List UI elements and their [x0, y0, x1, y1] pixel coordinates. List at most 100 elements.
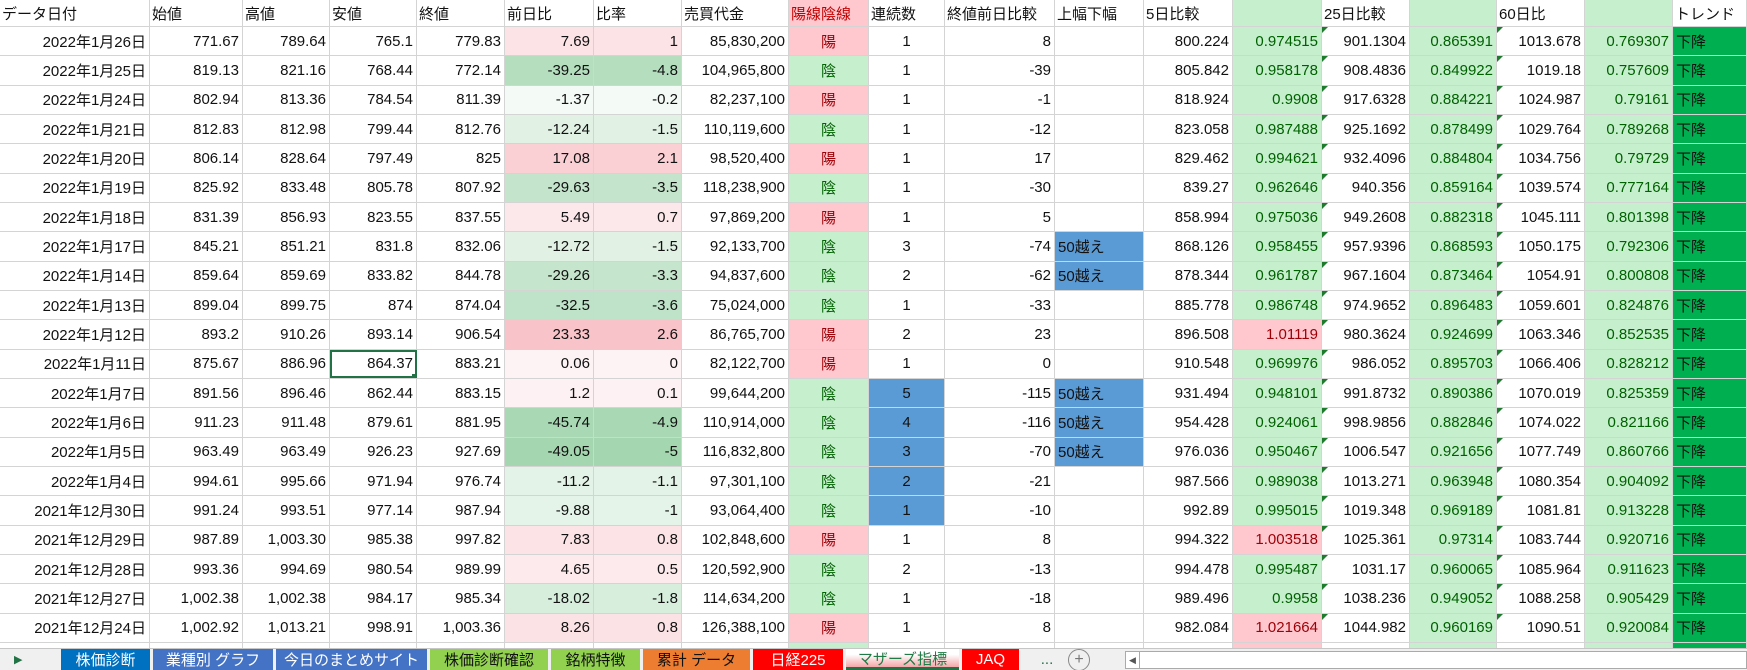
cell[interactable]: 0.97314 — [1410, 525, 1497, 554]
cell[interactable] — [1055, 554, 1144, 584]
cell[interactable]: 1,002.38 — [150, 584, 243, 613]
cell[interactable]: 994.61 — [150, 466, 243, 496]
cell[interactable]: 2022年1月25日 — [0, 56, 150, 85]
cell[interactable]: 0.969976 — [1233, 349, 1322, 378]
cell[interactable]: -39.25 — [505, 56, 594, 85]
cell[interactable]: -4.8 — [594, 56, 682, 85]
cell[interactable] — [1055, 202, 1144, 232]
cell[interactable] — [1055, 56, 1144, 85]
cell[interactable]: 765.1 — [330, 27, 417, 56]
cell[interactable]: 94,837,600 — [682, 261, 789, 290]
tab-scroll-right-icon[interactable]: ▶ — [0, 649, 61, 670]
cell[interactable]: 0.882318 — [1410, 202, 1497, 232]
cell[interactable]: 0.821166 — [1585, 408, 1673, 437]
column-header[interactable]: 25日比較 — [1322, 0, 1410, 26]
cell[interactable]: 980.3624 — [1322, 320, 1410, 349]
cell[interactable]: 989.99 — [417, 554, 505, 584]
cell[interactable]: 1081.81 — [1497, 496, 1585, 525]
cell[interactable]: 819.13 — [150, 56, 243, 85]
column-header[interactable] — [1233, 0, 1322, 26]
cell[interactable]: 118,238,900 — [682, 173, 789, 202]
cell[interactable]: 963.49 — [243, 437, 330, 466]
cell[interactable]: 陽 — [789, 202, 869, 232]
cell[interactable]: 2022年1月20日 — [0, 144, 150, 173]
cell[interactable]: 下降 — [1673, 437, 1747, 466]
cell[interactable]: 926.23 — [330, 437, 417, 466]
cell[interactable]: 1 — [869, 496, 945, 525]
cell[interactable]: 910.548 — [1144, 349, 1233, 378]
cell[interactable]: -1.5 — [594, 114, 682, 144]
cell[interactable]: 1031.17 — [1322, 554, 1410, 584]
cell[interactable]: 1 — [869, 27, 945, 56]
cell[interactable]: 下降 — [1673, 173, 1747, 202]
column-header[interactable]: 始値 — [150, 0, 243, 26]
cell[interactable]: 陰 — [789, 466, 869, 496]
cell[interactable]: 0.987488 — [1233, 114, 1322, 144]
cell[interactable]: 97,301,100 — [682, 466, 789, 496]
cell[interactable]: 986.052 — [1322, 349, 1410, 378]
cell[interactable] — [1055, 525, 1144, 554]
cell[interactable]: 0.924061 — [1233, 408, 1322, 437]
sheet-tab[interactable]: 銘柄特徴 — [551, 649, 640, 670]
cell[interactable]: 下降 — [1673, 554, 1747, 584]
cell[interactable]: 971.94 — [330, 466, 417, 496]
cell[interactable]: 859.64 — [150, 261, 243, 290]
cell[interactable]: 832.06 — [417, 232, 505, 261]
cell[interactable]: 0.963948 — [1410, 466, 1497, 496]
cell[interactable]: 0.948101 — [1233, 378, 1322, 408]
cell[interactable]: 下降 — [1673, 525, 1747, 554]
cell[interactable] — [1055, 85, 1144, 114]
cell[interactable]: 985.34 — [417, 584, 505, 613]
cell[interactable]: -18.02 — [505, 584, 594, 613]
cell[interactable]: 851.21 — [243, 232, 330, 261]
cell[interactable]: 5 — [945, 202, 1055, 232]
cell[interactable]: 957.9396 — [1322, 232, 1410, 261]
cell[interactable]: -3.6 — [594, 290, 682, 320]
cell[interactable]: 99,644,200 — [682, 378, 789, 408]
cell[interactable]: 1050.175 — [1497, 232, 1585, 261]
column-header[interactable] — [1410, 0, 1497, 26]
cell[interactable]: 874 — [330, 290, 417, 320]
cell[interactable]: 1039.574 — [1497, 173, 1585, 202]
cell[interactable]: 0.905429 — [1585, 584, 1673, 613]
cell[interactable]: 984.17 — [330, 584, 417, 613]
cell[interactable]: 0.986748 — [1233, 290, 1322, 320]
cell[interactable]: 1044.982 — [1322, 613, 1410, 642]
cell[interactable]: 845.21 — [150, 232, 243, 261]
cell[interactable]: 1066.406 — [1497, 349, 1585, 378]
cell[interactable]: -33 — [945, 290, 1055, 320]
cell[interactable]: 2022年1月5日 — [0, 437, 150, 466]
cell[interactable]: 2 — [869, 466, 945, 496]
cell[interactable] — [1055, 144, 1144, 173]
cell[interactable]: 0.884804 — [1410, 144, 1497, 173]
cell[interactable]: 110,914,000 — [682, 408, 789, 437]
cell[interactable]: 987.566 — [1144, 466, 1233, 496]
cell[interactable]: 1054.91 — [1497, 261, 1585, 290]
cell[interactable]: 1.003518 — [1233, 525, 1322, 554]
cell[interactable]: 2022年1月12日 — [0, 320, 150, 349]
cell[interactable]: 陰 — [789, 173, 869, 202]
cell[interactable]: 1024.987 — [1497, 85, 1585, 114]
cell[interactable]: 下降 — [1673, 202, 1747, 232]
cell[interactable]: 896.508 — [1144, 320, 1233, 349]
cell[interactable]: 911.48 — [243, 408, 330, 437]
cell[interactable]: 1074.022 — [1497, 408, 1585, 437]
cell[interactable]: 0.1 — [594, 378, 682, 408]
cell[interactable]: 1063.346 — [1497, 320, 1585, 349]
cell[interactable]: 949.2608 — [1322, 202, 1410, 232]
cell[interactable]: 991.24 — [150, 496, 243, 525]
sheet-tab[interactable]: JAQ — [962, 649, 1019, 670]
more-sheets-button[interactable]: ... — [1032, 649, 1062, 670]
cell[interactable]: 陰 — [789, 584, 869, 613]
cell[interactable]: 2 — [869, 554, 945, 584]
cell[interactable]: -1.5 — [594, 232, 682, 261]
cell[interactable]: 831.39 — [150, 202, 243, 232]
cell[interactable]: 110,119,600 — [682, 114, 789, 144]
cell[interactable]: 1080.354 — [1497, 466, 1585, 496]
cell[interactable]: 2022年1月24日 — [0, 85, 150, 114]
cell[interactable]: 823.55 — [330, 202, 417, 232]
cell[interactable]: 0.920084 — [1585, 613, 1673, 642]
column-header[interactable]: 比率 — [594, 0, 682, 26]
cell[interactable]: 1077.749 — [1497, 437, 1585, 466]
cell[interactable]: 0.920716 — [1585, 525, 1673, 554]
